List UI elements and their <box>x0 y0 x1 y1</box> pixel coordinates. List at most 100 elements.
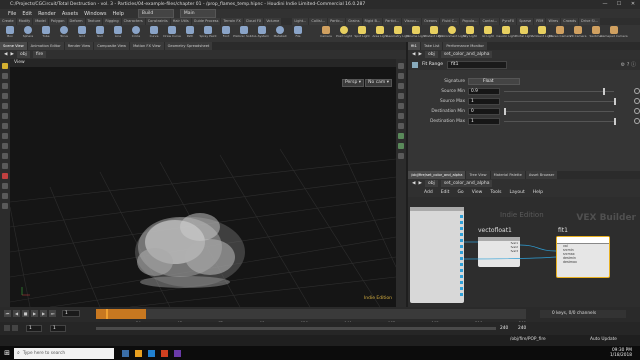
slider-knob[interactable] <box>614 97 616 105</box>
lighting-icon[interactable] <box>398 113 404 119</box>
normals-icon[interactable] <box>398 103 404 109</box>
shelf-tool-gi-light[interactable]: GI Light <box>480 25 496 42</box>
shelf-tool-tube[interactable]: Tube <box>38 25 54 42</box>
taskbar-clock[interactable]: 09:30 PM 1/18/2018 <box>610 348 632 358</box>
menu-file[interactable]: File <box>8 11 16 17</box>
shelf-tool-geo-light[interactable]: Geometry Light <box>386 25 410 42</box>
tab-tree-view[interactable]: Tree View <box>466 171 490 179</box>
shelf-tool-circle[interactable]: Circle <box>128 25 144 42</box>
slider-knob[interactable] <box>603 87 605 95</box>
tab-network-path[interactable]: /obj/fire/set_color_and_alpha <box>408 171 466 179</box>
shelf-tab[interactable]: Grains <box>346 18 362 25</box>
shelf-tool-lsystem[interactable]: L-System <box>254 25 270 42</box>
shelf-tab[interactable]: Partic... <box>328 18 346 25</box>
path-crumb-set-color[interactable]: set_color_and_alpha <box>440 51 493 58</box>
template-icon[interactable] <box>398 143 404 149</box>
net-menu-help[interactable]: Help <box>533 190 543 195</box>
back-arrow-icon[interactable]: ◀ <box>4 52 7 57</box>
shelf-tool-spray-paint[interactable]: Spray Paint <box>199 25 217 42</box>
camera-menu[interactable]: No cam ▾ <box>365 79 392 87</box>
shelf-tab[interactable]: Polygon <box>48 18 67 25</box>
shelf-tool-spot-light[interactable]: Spot Light <box>354 25 370 42</box>
shelf-tab[interactable]: Sparse <box>517 18 534 25</box>
menu-help[interactable]: Help <box>112 11 123 17</box>
shelf-tool-vr-camera[interactable]: VR Camera <box>570 25 586 42</box>
menu-render[interactable]: Render <box>38 11 56 17</box>
net-menu-layout[interactable]: Layout <box>509 190 524 195</box>
shelf-tool-box[interactable]: Box <box>2 25 18 42</box>
jump-start-icon[interactable]: ⏮ <box>4 310 11 317</box>
background-icon[interactable] <box>398 153 404 159</box>
shelf-tool-volume-light[interactable]: Volume Light <box>406 25 426 42</box>
lock-icon[interactable] <box>2 163 8 169</box>
shelf-tab[interactable]: PyroFX <box>500 18 517 25</box>
shelf-tab[interactable]: Hair Utils <box>170 18 191 25</box>
step-back-icon[interactable]: ◀ <box>13 310 20 317</box>
magnet-icon[interactable] <box>2 183 8 189</box>
shelf-tab[interactable]: Oceans <box>422 18 440 25</box>
shelf-tool-sky-light[interactable]: Sky Light <box>462 25 478 42</box>
source-max-field[interactable]: 1 <box>468 97 500 105</box>
timeline-bar[interactable] <box>96 309 526 319</box>
tab-take-list[interactable]: Take List <box>420 42 443 50</box>
jump-end-icon[interactable]: ⏭ <box>49 310 56 317</box>
wireframe-icon[interactable] <box>398 73 404 79</box>
forward-arrow-icon[interactable]: ▶ <box>10 52 13 57</box>
forward-arrow-icon[interactable]: ▶ <box>418 181 421 186</box>
shelf-tab[interactable]: Cloud FX <box>243 18 264 25</box>
channel-icon[interactable] <box>634 88 640 94</box>
step-forward-icon[interactable]: ▶ <box>40 310 47 317</box>
range-end-field-2[interactable]: 240 <box>518 325 534 332</box>
pose-tool-icon[interactable] <box>2 113 8 119</box>
task-view-icon[interactable] <box>122 349 129 357</box>
network-editor[interactable]: Indie Edition VEX Builder vectofloat1 fv… <box>408 197 640 307</box>
net-menu-tools[interactable]: Tools <box>490 190 501 195</box>
shelf-tool-torus[interactable]: Torus <box>56 25 72 42</box>
tab-composite-view[interactable]: Composite View <box>94 42 130 50</box>
shelf-tab[interactable]: Fluid C... <box>440 18 460 25</box>
net-menu-add[interactable]: Add <box>424 190 433 195</box>
viewport-3d[interactable]: Persp ▾ No cam ▾ Indie Edition <box>10 67 396 307</box>
playhead[interactable] <box>106 309 108 319</box>
source-max-slider[interactable] <box>504 97 616 105</box>
render-icon[interactable] <box>2 203 8 209</box>
shelf-tab[interactable]: Particl... <box>383 18 402 25</box>
shelf-tool-draw-curve[interactable]: Draw Curve <box>163 25 181 42</box>
shelf-tab[interactable]: Characters <box>121 18 145 25</box>
view-tool-icon[interactable] <box>2 123 8 129</box>
tab-material-palette[interactable]: Material Palette <box>490 171 525 179</box>
tab-animation-editor[interactable]: Animation Editor <box>27 42 64 50</box>
range-start-field[interactable]: 1 <box>26 325 42 332</box>
rotate-tool-icon[interactable] <box>2 83 8 89</box>
shelf-tab[interactable]: Popula... <box>460 18 480 25</box>
shelf-tab[interactable]: Wires <box>546 18 561 25</box>
source-min-field[interactable]: 0.9 <box>468 87 500 95</box>
signature-select[interactable]: Float <box>468 77 520 85</box>
gear-icon[interactable]: ⚙ ? ⓘ <box>621 61 636 68</box>
menu-assets[interactable]: Assets <box>62 11 78 17</box>
shelf-tool-font[interactable]: Font <box>218 25 234 42</box>
shelf-tab[interactable]: Viscou... <box>402 18 422 25</box>
key-icon[interactable] <box>4 325 10 331</box>
shelf-tool-file[interactable]: File <box>290 25 306 42</box>
path-crumb-set-color[interactable]: set_color_and_alpha <box>440 180 493 187</box>
shelf-tool-env-light[interactable]: Environment Light <box>438 25 466 42</box>
menu-windows[interactable]: Windows <box>84 11 106 17</box>
shelf-tab[interactable]: Rigid B... <box>362 18 383 25</box>
shelf-tab[interactable]: Terrain FX <box>221 18 243 25</box>
destination-min-slider[interactable] <box>504 107 614 115</box>
handle-tool-icon[interactable] <box>2 103 8 109</box>
shelf-tab[interactable]: Deform <box>67 18 85 25</box>
destination-max-field[interactable]: 1 <box>468 117 500 125</box>
channel-icon[interactable] <box>634 98 640 104</box>
shadows-icon[interactable] <box>398 123 404 129</box>
shelf-tab[interactable]: Contai... <box>480 18 500 25</box>
shelf-tab[interactable]: Modify <box>16 18 33 25</box>
back-arrow-icon[interactable]: ◀ <box>412 52 415 57</box>
close-button[interactable]: ✕ <box>626 0 640 9</box>
shelf-tool-stereo-camera[interactable]: Stereo Camera <box>549 25 571 42</box>
source-min-slider[interactable] <box>504 87 614 95</box>
tab-geometry-spreadsheet[interactable]: Geometry Spreadsheet <box>164 42 213 50</box>
shelf-tool-line[interactable]: Line <box>110 25 126 42</box>
path-crumb-obj[interactable]: obj <box>424 51 438 58</box>
